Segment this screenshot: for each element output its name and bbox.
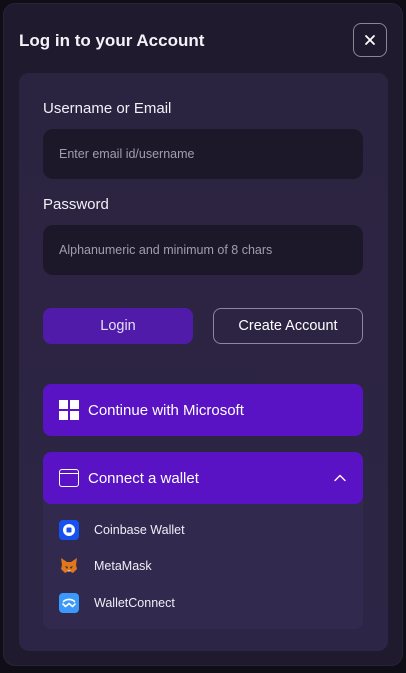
microsoft-logo-icon: [59, 400, 79, 420]
create-account-button[interactable]: Create Account: [213, 308, 363, 344]
continue-with-microsoft-button[interactable]: Continue with Microsoft: [43, 384, 363, 436]
close-icon: [365, 35, 375, 45]
wallet-item-metamask[interactable]: MetaMask: [43, 550, 363, 582]
password-input[interactable]: [43, 225, 363, 275]
wallet-item-label: WalletConnect: [94, 596, 175, 610]
metamask-fox-icon: [59, 556, 79, 576]
wallet-item-label: MetaMask: [94, 559, 152, 573]
login-button[interactable]: Login: [43, 308, 193, 344]
walletconnect-icon: [59, 593, 79, 613]
microsoft-button-label: Continue with Microsoft: [88, 401, 244, 419]
password-label: Password: [43, 196, 109, 213]
wallet-item-coinbase[interactable]: Coinbase Wallet: [43, 514, 363, 546]
coinbase-icon: [59, 520, 79, 540]
modal-title: Log in to your Account: [19, 31, 205, 50]
wallet-item-walletconnect[interactable]: WalletConnect: [43, 587, 363, 619]
username-input[interactable]: [43, 129, 363, 179]
username-label: Username or Email: [43, 100, 172, 117]
wallet-icon: [59, 469, 79, 487]
close-button[interactable]: [353, 23, 387, 57]
connect-wallet-toggle[interactable]: Connect a wallet: [43, 452, 363, 504]
wallet-item-label: Coinbase Wallet: [94, 523, 185, 537]
chevron-up-icon: [334, 474, 346, 482]
wallet-dropdown: Connect a wallet Coinbase Wallet MetaMas…: [43, 452, 363, 629]
login-modal: Log in to your Account Username or Email…: [3, 3, 403, 666]
login-panel: Username or Email Password Login Create …: [19, 73, 388, 651]
connect-wallet-label: Connect a wallet: [88, 469, 199, 487]
